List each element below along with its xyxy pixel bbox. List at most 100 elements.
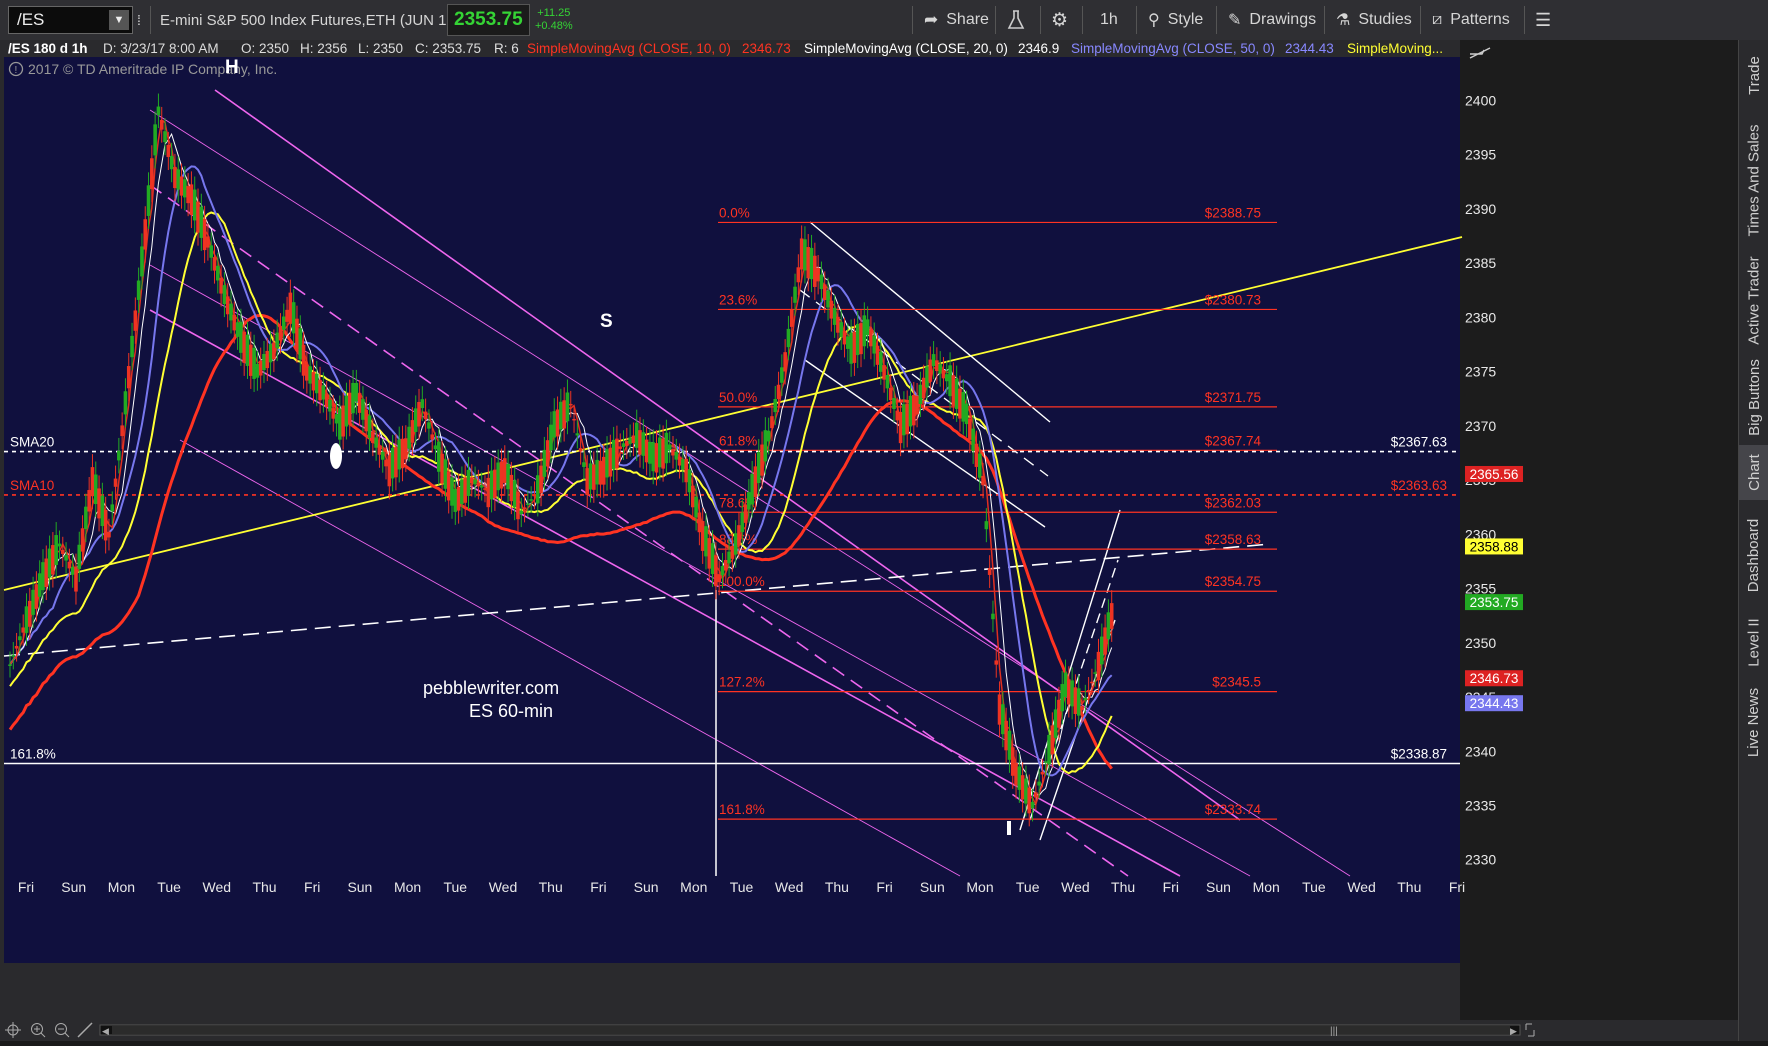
sma-more-label: SimpleMoving... xyxy=(1347,41,1443,56)
candle-body xyxy=(1027,787,1032,814)
candle-body xyxy=(710,543,715,575)
candle-body xyxy=(93,474,98,505)
pan-icon[interactable] xyxy=(77,1022,93,1038)
candle-body xyxy=(404,438,408,460)
zoom-out-icon[interactable] xyxy=(55,1023,70,1038)
candle-body xyxy=(905,403,909,435)
candle-body xyxy=(911,394,916,426)
candle-body xyxy=(380,451,385,460)
y-tick-label: 2330 xyxy=(1465,852,1496,868)
patterns-button[interactable]: ⧄ Patterns xyxy=(1432,0,1510,40)
candle-body xyxy=(862,315,867,347)
fib-pct-label: 23.6% xyxy=(719,292,757,307)
candle-body xyxy=(173,166,177,189)
tab-trade[interactable]: Trade xyxy=(1739,40,1768,110)
candle-body xyxy=(806,247,811,279)
fib-value-label: $2388.75 xyxy=(1205,205,1261,220)
tab-big-buttons[interactable]: Big Buttons xyxy=(1739,350,1768,445)
tab-level-ii[interactable]: Level II xyxy=(1739,610,1768,675)
change-abs: +11.25 xyxy=(537,7,571,19)
menu-icon[interactable]: ☰ xyxy=(1535,0,1551,40)
candle-body xyxy=(341,405,345,437)
candle-body xyxy=(902,404,906,436)
candle-body xyxy=(859,323,863,355)
candle-body xyxy=(417,401,421,427)
candle-body xyxy=(123,391,128,415)
studies-button[interactable]: ⚗ Studies xyxy=(1336,0,1412,40)
candle-body xyxy=(1050,725,1055,755)
timeframe-button[interactable]: 1h xyxy=(1100,0,1118,40)
symbol-input[interactable]: /ES ▼ xyxy=(8,6,133,34)
x-tick-label: Fri xyxy=(304,879,320,895)
candle-body xyxy=(681,459,685,470)
candle-body xyxy=(631,435,636,444)
candle-body xyxy=(658,437,662,468)
x-tick-label: Mon xyxy=(966,879,993,895)
candle-body xyxy=(489,470,494,500)
candle-body xyxy=(463,477,467,503)
touch-marker xyxy=(330,443,342,469)
scroll-right-icon[interactable]: ▶ xyxy=(1510,1026,1517,1036)
candle-body xyxy=(944,374,949,382)
instrument-description: E-mini S&P 500 Index Futures,ETH (JUN 17… xyxy=(160,11,460,29)
zoom-in-icon[interactable] xyxy=(31,1023,46,1038)
timeframe-label: 1h xyxy=(1100,11,1118,28)
tab-dashboard[interactable]: Dashboard xyxy=(1739,500,1768,610)
drawings-button[interactable]: ✎ Drawings xyxy=(1228,0,1316,40)
candle-body xyxy=(687,469,692,493)
fib-value-label: $2362.03 xyxy=(1205,495,1261,510)
candle-body xyxy=(565,392,570,422)
candle-body xyxy=(199,206,204,238)
candle-body xyxy=(733,533,738,555)
scroll-grip-icon[interactable]: ||| xyxy=(1330,1026,1338,1037)
candle-body xyxy=(855,323,860,356)
sma50-value: 2344.43 xyxy=(1285,41,1334,56)
candle-body xyxy=(915,396,919,415)
scroll-left-icon[interactable]: ◀ xyxy=(102,1026,109,1036)
candle-body xyxy=(1090,681,1094,684)
share-button[interactable]: ➦ Share xyxy=(924,0,989,40)
flask-icon[interactable] xyxy=(1007,0,1025,40)
candle-body xyxy=(618,446,623,449)
expand-icon[interactable] xyxy=(1525,1023,1535,1037)
candle-body xyxy=(512,480,517,508)
tab-active-trader[interactable]: Active Trader xyxy=(1739,250,1768,350)
candle-body xyxy=(305,364,309,381)
scrollbar-thumb[interactable] xyxy=(112,1026,1510,1034)
gear-icon[interactable]: ⚙ xyxy=(1051,0,1068,40)
candle-body xyxy=(740,512,745,533)
candle-body xyxy=(661,438,665,469)
candle-body xyxy=(460,479,464,504)
x-tick-label: Wed xyxy=(1347,879,1376,895)
candle-body xyxy=(898,411,903,444)
studies-icon: ⚗ xyxy=(1336,12,1351,29)
x-tick-label: Fri xyxy=(1449,879,1465,895)
candle-body xyxy=(539,465,543,494)
link-icon[interactable]: ⁞ xyxy=(137,0,141,40)
tab-times-and-sales[interactable]: Times And Sales xyxy=(1739,110,1768,250)
style-button[interactable]: ⚲ Style xyxy=(1148,0,1203,40)
candle-body xyxy=(849,332,853,364)
tab-live-news[interactable]: Live News xyxy=(1739,675,1768,770)
tab-chart[interactable]: Chart xyxy=(1739,445,1768,500)
candle-body xyxy=(813,255,817,287)
candle-body xyxy=(664,432,669,464)
candle-body xyxy=(1010,747,1015,776)
crosshair-icon[interactable] xyxy=(5,1022,21,1038)
candle-body xyxy=(865,319,870,336)
candle-body xyxy=(331,408,336,419)
candle-body xyxy=(1080,706,1084,710)
bar-low: L: 2350 xyxy=(358,41,403,56)
bar-range: R: 6 xyxy=(494,41,519,56)
symbol-text: /ES xyxy=(17,10,45,29)
candle-body xyxy=(730,545,735,559)
candle-body xyxy=(272,342,276,360)
chevron-down-icon[interactable]: ▼ xyxy=(109,10,129,30)
price-chart[interactable]: 0.0% $2388.75 23.6% $2380.73 50.0% $2371.75 61… xyxy=(0,40,1738,1020)
candle-body xyxy=(397,439,402,470)
candle-body xyxy=(1076,688,1081,716)
candle-body xyxy=(225,296,230,315)
candle-body xyxy=(8,664,12,666)
candle-body xyxy=(651,442,656,472)
candle-body xyxy=(232,314,237,331)
